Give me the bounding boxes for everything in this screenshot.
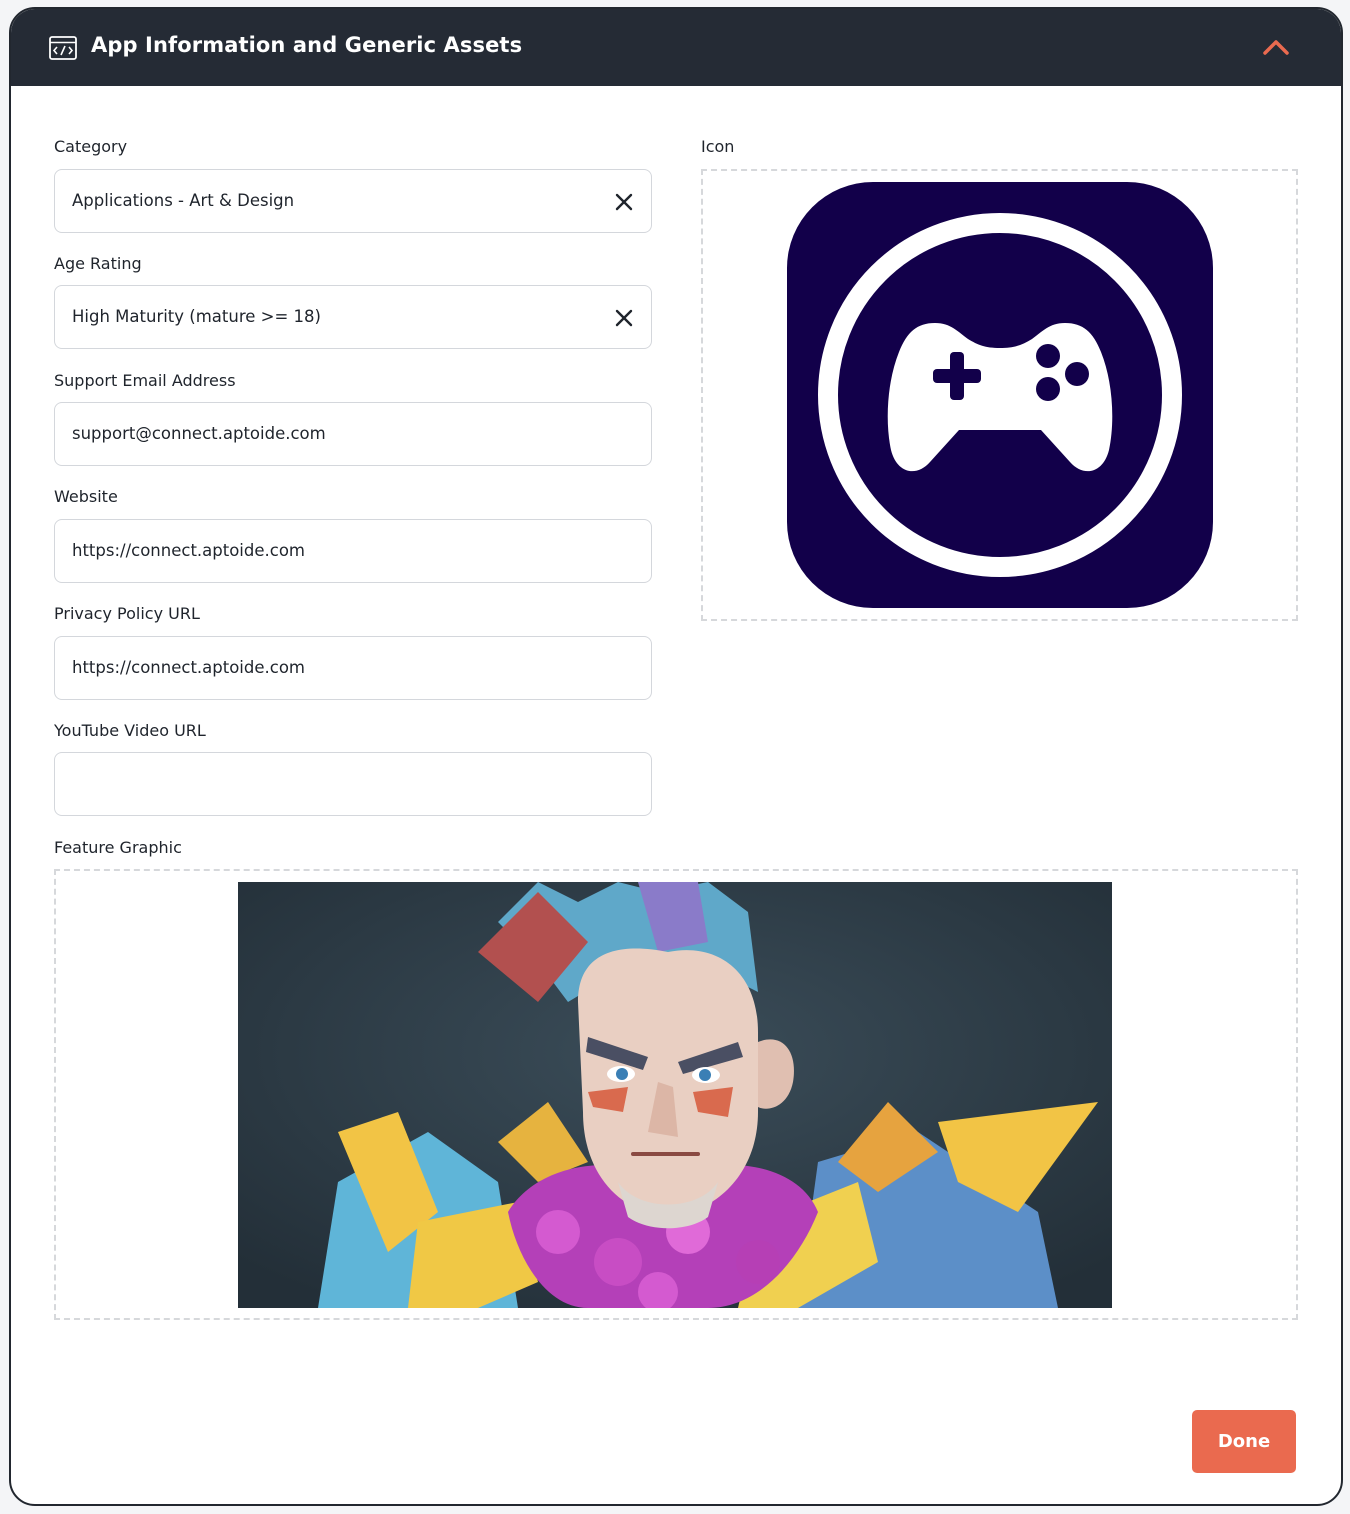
code-window-icon bbox=[49, 36, 77, 60]
privacy-policy-label: Privacy Policy URL bbox=[54, 604, 200, 623]
icon-dropzone[interactable] bbox=[701, 169, 1298, 621]
category-value: Applications - Art & Design bbox=[72, 191, 295, 210]
privacy-policy-field[interactable]: https://connect.aptoide.com bbox=[54, 636, 652, 700]
website-field[interactable]: https://connect.aptoide.com bbox=[54, 519, 652, 583]
category-select[interactable]: Applications - Art & Design bbox=[54, 169, 652, 233]
chevron-up-icon[interactable] bbox=[1261, 37, 1291, 57]
panel-header[interactable]: App Information and Generic Assets bbox=[11, 9, 1341, 86]
clear-category-icon[interactable] bbox=[613, 191, 635, 213]
done-button[interactable]: Done bbox=[1192, 1410, 1296, 1473]
website-value: https://connect.aptoide.com bbox=[72, 541, 306, 560]
privacy-policy-value: https://connect.aptoide.com bbox=[72, 658, 306, 677]
website-label: Website bbox=[54, 487, 118, 506]
youtube-label: YouTube Video URL bbox=[54, 721, 206, 740]
support-email-label: Support Email Address bbox=[54, 371, 236, 390]
warrior-character-illustration bbox=[238, 882, 1112, 1308]
support-email-field[interactable]: support@connect.aptoide.com bbox=[54, 402, 652, 466]
age-rating-label: Age Rating bbox=[54, 254, 142, 273]
support-email-value: support@connect.aptoide.com bbox=[72, 424, 326, 443]
age-rating-value: High Maturity (mature >= 18) bbox=[72, 307, 321, 326]
panel-title: App Information and Generic Assets bbox=[91, 33, 523, 57]
clear-age-rating-icon[interactable] bbox=[613, 307, 635, 329]
gamepad-app-icon bbox=[787, 182, 1213, 608]
category-label: Category bbox=[54, 137, 128, 156]
age-rating-select[interactable]: High Maturity (mature >= 18) bbox=[54, 285, 652, 349]
feature-graphic-label: Feature Graphic bbox=[54, 838, 182, 857]
youtube-url-field[interactable] bbox=[54, 752, 652, 816]
app-information-panel: App Information and Generic Assets Categ… bbox=[9, 7, 1343, 1506]
icon-label: Icon bbox=[701, 137, 735, 156]
feature-graphic-dropzone[interactable] bbox=[54, 869, 1298, 1320]
